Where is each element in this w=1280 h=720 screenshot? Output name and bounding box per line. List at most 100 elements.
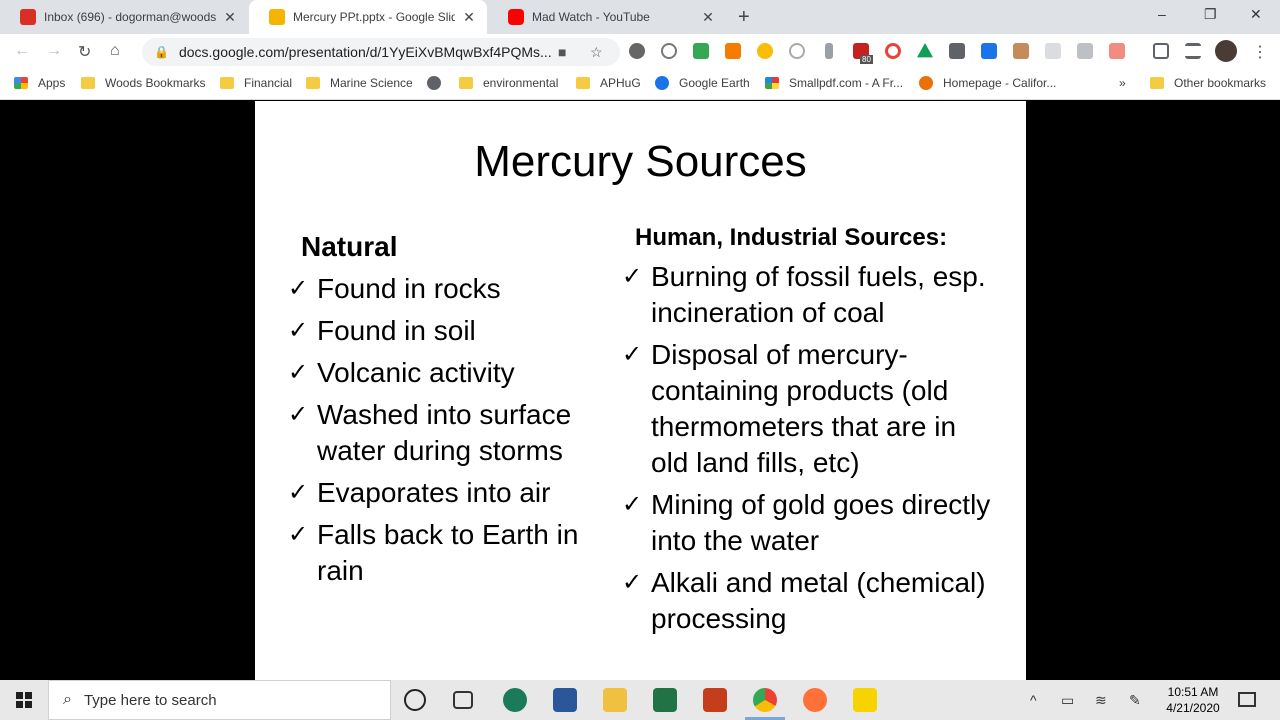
extension-icon[interactable] — [1109, 43, 1125, 59]
slide[interactable]: Mercury Sources Natural ✓ Found in rocks … — [255, 101, 1026, 680]
extension-icon[interactable] — [825, 43, 833, 59]
list-item: ✓ Disposal of mercury-containing products… — [622, 337, 997, 481]
extension-icon[interactable] — [981, 43, 997, 59]
battery-icon[interactable]: ▭ — [1061, 692, 1074, 709]
folder-icon — [220, 77, 234, 89]
bookmarks-overflow-button[interactable]: » — [1119, 76, 1126, 90]
list-item: ✓ Washed into surface water during storms — [288, 397, 618, 469]
bookmark-aphug[interactable]: APHuG — [576, 76, 641, 90]
bookmark-label: Marine Science — [330, 76, 413, 90]
cortana-icon[interactable] — [404, 689, 426, 711]
profile-avatar[interactable] — [1215, 40, 1237, 62]
bookmark-smallpdf[interactable]: Smallpdf.com - A Fr... — [765, 76, 903, 90]
check-icon: ✓ — [288, 317, 309, 344]
cast-icon[interactable] — [1153, 43, 1169, 59]
wifi-icon[interactable]: ≋ — [1095, 692, 1107, 709]
homepage-icon — [919, 76, 933, 90]
bookmark-label: Financial — [244, 76, 293, 90]
task-view-icon[interactable] — [453, 691, 473, 709]
reload-icon[interactable]: ↻ — [78, 42, 91, 62]
list-item: ✓ Falls back to Earth in rain — [288, 517, 618, 589]
reading-list-icon[interactable] — [1185, 43, 1201, 59]
check-icon: ✓ — [622, 491, 643, 518]
bookmark-apps[interactable]: Apps — [14, 76, 65, 90]
extension-icon[interactable] — [789, 43, 805, 59]
sticky-notes-icon[interactable] — [853, 688, 877, 712]
bookmark-financial[interactable]: Financial — [220, 76, 292, 90]
browser-toolbar: ← → ↻ ⌂ 🔒 docs.google.com/presentation/d… — [0, 34, 1280, 70]
bookmark-globe[interactable] — [427, 76, 451, 90]
extension-icon[interactable] — [661, 43, 677, 59]
minimize-button[interactable]: – — [1158, 6, 1166, 22]
chrome-menu-icon[interactable]: ⋮ — [1252, 42, 1268, 62]
extension-icon[interactable] — [1077, 43, 1093, 59]
check-icon: ✓ — [288, 521, 309, 548]
bookmark-woods[interactable]: Woods Bookmarks — [81, 76, 205, 90]
taskbar-clock[interactable]: 10:51 AM 4/21/2020 — [1160, 684, 1226, 716]
chrome-icon[interactable] — [753, 688, 777, 712]
tab-google-slides[interactable]: Mercury PPt.pptx - Google Slides ✕ — [249, 0, 487, 34]
close-window-button[interactable]: ✕ — [1250, 6, 1262, 23]
bookmark-google-earth[interactable]: Google Earth — [655, 76, 750, 90]
extension-icon[interactable] — [629, 43, 645, 59]
tab-title: Inbox (696) - dogorman@woods — [44, 10, 216, 24]
url-text: docs.google.com/presentation/d/1YyEiXvBM… — [178, 44, 552, 60]
extension-icon[interactable] — [949, 43, 965, 59]
bookmark-star-icon[interactable]: ☆ — [590, 44, 603, 61]
extension-badge: 80 — [860, 55, 873, 64]
restore-button[interactable]: ❐ — [1204, 6, 1217, 23]
check-icon: ✓ — [288, 401, 309, 428]
extension-icon[interactable] — [1013, 43, 1029, 59]
bookmark-label: Google Earth — [679, 76, 750, 90]
show-hidden-icons-chevron-icon[interactable]: ^ — [1030, 692, 1037, 708]
camera-blocked-icon[interactable]: ■ — [558, 44, 566, 60]
extension-icon[interactable] — [1045, 43, 1061, 59]
close-tab-icon[interactable]: ✕ — [700, 9, 716, 26]
bookmark-other[interactable]: Other bookmarks — [1150, 76, 1266, 90]
google-drive-icon[interactable] — [917, 43, 933, 58]
lock-icon: 🔒 — [154, 45, 169, 59]
pen-icon[interactable]: ✎ — [1129, 692, 1141, 709]
close-tab-icon[interactable]: ✕ — [461, 9, 477, 26]
notifications-icon[interactable] — [1238, 692, 1256, 707]
list-item: ✓ Found in soil — [288, 313, 618, 349]
smallpdf-icon — [765, 77, 779, 89]
extension-icon[interactable] — [885, 43, 901, 59]
start-button[interactable] — [0, 680, 48, 720]
extension-icon[interactable] — [693, 43, 709, 59]
clock-date: 4/21/2020 — [1166, 701, 1220, 715]
powerpoint-icon[interactable] — [703, 688, 727, 712]
bookmark-environmental[interactable]: environmental — [459, 76, 558, 90]
earth-icon — [655, 76, 669, 90]
extension-icon[interactable] — [725, 43, 741, 59]
forward-icon[interactable]: → — [46, 42, 62, 60]
google-slides-icon — [269, 9, 285, 25]
tab-gmail[interactable]: Inbox (696) - dogorman@woods ✕ — [0, 0, 248, 34]
meeting-app-icon[interactable] — [503, 688, 527, 712]
list-item: ✓ Mining of gold goes directly into the w… — [622, 487, 997, 559]
address-bar[interactable]: 🔒 docs.google.com/presentation/d/1YyEiXv… — [142, 38, 620, 66]
home-icon[interactable]: ⌂ — [110, 42, 120, 60]
new-tab-button[interactable]: + — [738, 6, 750, 29]
list-item: ✓ Burning of fossil fuels, esp. incinerat… — [622, 259, 997, 331]
bookmark-marine-science[interactable]: Marine Science — [306, 76, 413, 90]
extension-icon[interactable] — [757, 43, 773, 59]
folder-icon — [81, 77, 95, 89]
excel-icon[interactable] — [653, 688, 677, 712]
close-tab-icon[interactable]: ✕ — [222, 9, 238, 26]
taskbar-search-box[interactable]: ⌕ Type here to search — [48, 680, 391, 720]
windows-logo-icon — [16, 692, 32, 708]
back-icon[interactable]: ← — [14, 42, 30, 60]
natural-heading: Natural — [301, 231, 398, 262]
tab-youtube[interactable]: Mad Watch - YouTube ✕ — [488, 0, 726, 34]
bookmark-label: environmental — [483, 76, 559, 90]
firefox-icon[interactable] — [803, 688, 827, 712]
file-explorer-icon[interactable] — [603, 688, 627, 712]
bookmark-homepage[interactable]: Homepage - Califor... — [919, 76, 1056, 90]
slide-title: Mercury Sources — [474, 137, 807, 186]
word-icon[interactable] — [553, 688, 577, 712]
tab-title: Mad Watch - YouTube — [532, 10, 650, 24]
natural-list: ✓ Found in rocks ✓ Found in soil ✓ Volcanic… — [288, 271, 618, 595]
bookmark-label: APHuG — [600, 76, 641, 90]
list-item: ✓ Alkali and metal (chemical) processing — [622, 565, 997, 637]
